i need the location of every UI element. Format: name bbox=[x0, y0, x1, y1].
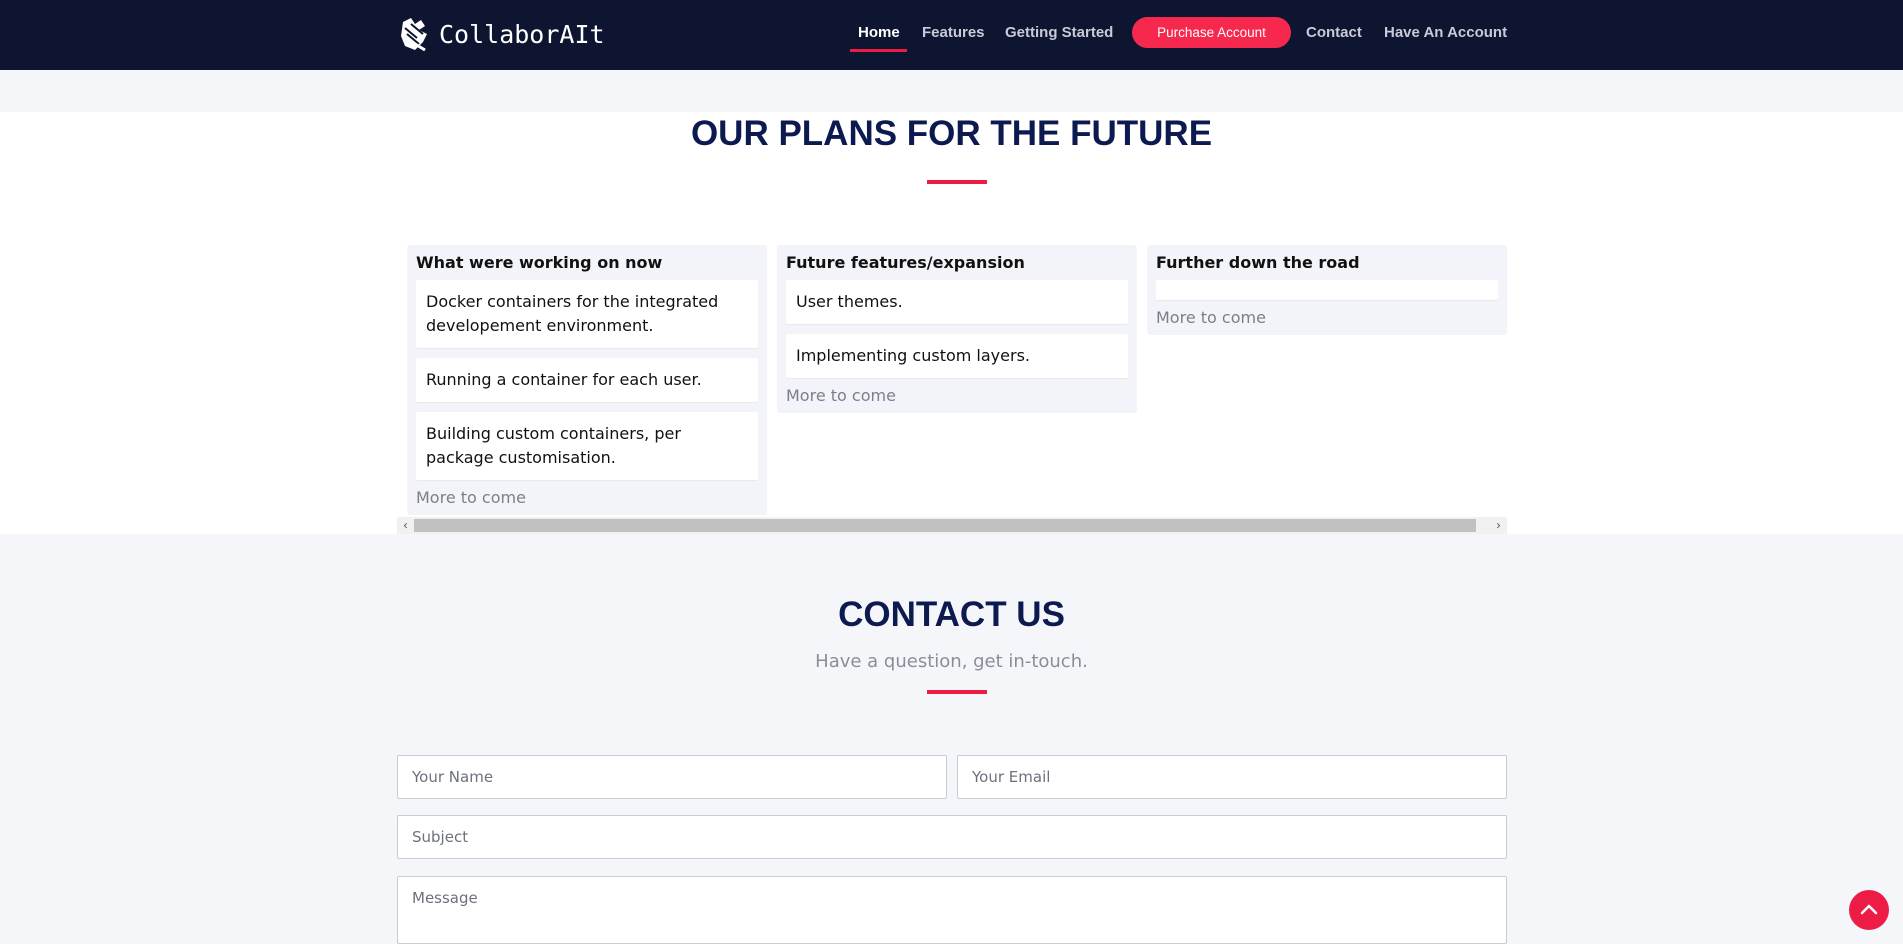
roadmap-card[interactable]: User themes. bbox=[786, 280, 1128, 324]
roadmap-card[interactable]: Running a container for each user. bbox=[416, 358, 758, 402]
subject-field[interactable] bbox=[397, 815, 1507, 859]
nav-features[interactable]: Features bbox=[922, 24, 985, 41]
roadmap-column-future: Future features/expansion User themes. I… bbox=[777, 245, 1137, 413]
scrollbar-thumb[interactable] bbox=[414, 519, 1476, 532]
column-title: Future features/expansion bbox=[786, 253, 1025, 272]
nav-have-account[interactable]: Have An Account bbox=[1384, 24, 1507, 41]
active-nav-indicator bbox=[850, 49, 907, 52]
roadmap-board: What were working on now Docker containe… bbox=[397, 245, 1507, 545]
column-title: Further down the road bbox=[1156, 253, 1360, 272]
plans-title: OUR PLANS FOR THE FUTURE bbox=[690, 114, 1213, 153]
roadmap-card[interactable]: Building custom containers, per package … bbox=[416, 412, 758, 480]
nav-getting-started[interactable]: Getting Started bbox=[1005, 24, 1113, 41]
nav-contact[interactable]: Contact bbox=[1306, 24, 1362, 41]
back-to-top-button[interactable] bbox=[1849, 890, 1889, 930]
purchase-account-button[interactable]: Purchase Account bbox=[1132, 17, 1291, 48]
contact-title-accent bbox=[927, 690, 987, 694]
roadmap-card[interactable]: Implementing custom layers. bbox=[786, 334, 1128, 378]
chevron-up-icon bbox=[1860, 904, 1878, 915]
name-field[interactable] bbox=[397, 755, 947, 799]
message-field[interactable] bbox=[397, 876, 1507, 944]
hand-logo-icon bbox=[401, 18, 427, 52]
roadmap-card[interactable]: Docker containers for the integrated dev… bbox=[416, 280, 758, 348]
email-field[interactable] bbox=[957, 755, 1507, 799]
brand-name: CollaborAIt bbox=[439, 19, 605, 49]
more-to-come: More to come bbox=[416, 488, 526, 507]
roadmap-column-now: What were working on now Docker containe… bbox=[407, 245, 767, 515]
more-to-come: More to come bbox=[786, 386, 896, 405]
more-to-come: More to come bbox=[1156, 308, 1266, 327]
chevron-left-icon[interactable]: ‹ bbox=[397, 517, 414, 534]
chevron-right-icon[interactable]: › bbox=[1490, 517, 1507, 534]
roadmap-horizontal-scrollbar[interactable]: ‹ › bbox=[397, 517, 1507, 534]
column-title: What were working on now bbox=[416, 253, 663, 272]
roadmap-column-later: Further down the road More to come bbox=[1147, 245, 1507, 335]
contact-title: CONTACT US bbox=[838, 595, 1065, 634]
top-navbar: CollaborAIt Home Features Getting Starte… bbox=[0, 0, 1903, 70]
roadmap-card-empty[interactable] bbox=[1156, 280, 1498, 300]
plans-title-accent bbox=[927, 180, 987, 184]
plans-section: OUR PLANS FOR THE FUTURE What were worki… bbox=[0, 112, 1903, 534]
contact-subtitle: Have a question, get in-touch. bbox=[815, 651, 1088, 672]
brand-logo[interactable]: CollaborAIt bbox=[397, 14, 605, 54]
nav-home[interactable]: Home bbox=[858, 24, 900, 41]
